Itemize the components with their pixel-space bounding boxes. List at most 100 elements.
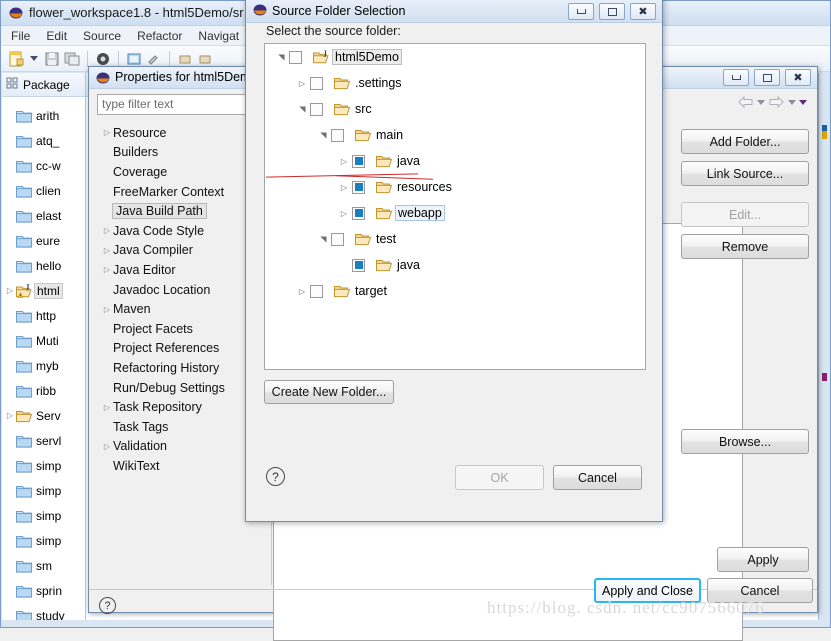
source-tree-item[interactable]: java bbox=[265, 252, 645, 278]
package-explorer-item[interactable]: arith bbox=[2, 103, 85, 128]
package-explorer-item[interactable]: ribb bbox=[2, 378, 85, 403]
source-tree-item[interactable]: ▷ java bbox=[265, 148, 645, 174]
source-tree-item[interactable]: ▷ target bbox=[265, 278, 645, 304]
package-explorer-item-label: arith bbox=[36, 108, 60, 123]
menu-item-file[interactable]: File bbox=[11, 29, 30, 43]
apply-button[interactable]: Apply bbox=[717, 547, 809, 572]
forward-dropdown-icon[interactable] bbox=[788, 99, 796, 105]
menu-item-source[interactable]: Source bbox=[83, 29, 121, 43]
collapse-arrow-icon[interactable]: ◢ bbox=[319, 127, 328, 143]
previous-edit-icon[interactable] bbox=[196, 50, 214, 68]
help-icon[interactable]: ? bbox=[99, 597, 116, 614]
source-tree-item[interactable]: ◢ test bbox=[265, 226, 645, 252]
new-dropdown-caret-icon[interactable] bbox=[30, 56, 38, 61]
expand-arrow-icon[interactable]: ▷ bbox=[4, 411, 16, 420]
package-explorer-item[interactable]: simp bbox=[2, 453, 85, 478]
package-explorer-item[interactable]: sm bbox=[2, 553, 85, 578]
external-tools-icon[interactable] bbox=[145, 50, 163, 68]
expand-arrow-icon[interactable]: ▷ bbox=[101, 442, 113, 451]
forward-arrow-icon[interactable] bbox=[768, 95, 785, 109]
package-explorer-item[interactable]: simp bbox=[2, 478, 85, 503]
close-icon[interactable]: ✖ bbox=[630, 3, 656, 20]
close-icon[interactable]: ✖ bbox=[785, 69, 811, 86]
expand-arrow-icon[interactable]: ▷ bbox=[294, 287, 310, 296]
package-explorer-item[interactable]: sprin bbox=[2, 578, 85, 603]
run-icon[interactable] bbox=[125, 50, 143, 68]
source-tree-item[interactable]: ◢ src bbox=[265, 96, 645, 122]
package-explorer-tab[interactable]: Package bbox=[2, 73, 85, 97]
expand-arrow-icon[interactable]: ▷ bbox=[101, 246, 113, 255]
add-folder-button[interactable]: Add Folder... bbox=[681, 129, 809, 154]
link-source-button[interactable]: Link Source... bbox=[681, 161, 809, 186]
minimize-icon[interactable] bbox=[723, 69, 749, 86]
menu-item-edit[interactable]: Edit bbox=[46, 29, 67, 43]
source-tree-item[interactable]: ◢ main bbox=[265, 122, 645, 148]
package-explorer-item[interactable]: elast bbox=[2, 203, 85, 228]
package-explorer-item[interactable]: ▷ Jhtml bbox=[2, 278, 85, 303]
source-tree-item[interactable]: ◢ Jhtml5Demo bbox=[265, 44, 645, 70]
expand-arrow-icon[interactable]: ▷ bbox=[101, 265, 113, 274]
maximize-icon[interactable] bbox=[754, 69, 780, 86]
checkbox-unchecked[interactable] bbox=[310, 284, 323, 298]
expand-arrow-icon[interactable]: ▷ bbox=[101, 403, 113, 412]
ok-button[interactable]: OK bbox=[455, 465, 544, 490]
expand-arrow-icon[interactable]: ▷ bbox=[294, 79, 310, 88]
package-explorer-item[interactable]: simp bbox=[2, 528, 85, 553]
expand-arrow-icon[interactable]: ▷ bbox=[336, 157, 352, 166]
new-icon[interactable] bbox=[7, 50, 25, 68]
package-explorer-item[interactable]: atq_ bbox=[2, 128, 85, 153]
cancel-button[interactable]: Cancel bbox=[553, 465, 642, 490]
checkbox-checked[interactable] bbox=[352, 258, 365, 272]
checkbox-checked[interactable] bbox=[352, 180, 365, 194]
package-explorer-item[interactable]: myb bbox=[2, 353, 85, 378]
expand-arrow-icon[interactable]: ▷ bbox=[4, 286, 16, 295]
checkbox-unchecked[interactable] bbox=[331, 128, 344, 142]
expand-arrow-icon[interactable]: ▷ bbox=[101, 128, 113, 137]
eclipse-icon bbox=[9, 6, 23, 20]
help-icon[interactable]: ? bbox=[266, 467, 285, 486]
package-explorer-item[interactable]: Muti bbox=[2, 328, 85, 353]
checkbox-unchecked[interactable] bbox=[289, 50, 302, 64]
collapse-arrow-icon[interactable]: ◢ bbox=[277, 49, 286, 65]
checkbox-unchecked[interactable] bbox=[310, 102, 323, 116]
package-explorer-item[interactable]: hello bbox=[2, 253, 85, 278]
package-explorer-item[interactable]: ▷ Serv bbox=[2, 403, 85, 428]
create-new-folder-button[interactable]: Create New Folder... bbox=[264, 380, 394, 404]
source-tree-item[interactable]: ▷ webapp bbox=[265, 200, 645, 226]
save-icon[interactable] bbox=[43, 50, 61, 68]
expand-arrow-icon[interactable]: ▷ bbox=[101, 305, 113, 314]
editor-overview-ruler[interactable] bbox=[818, 73, 829, 626]
back-arrow-icon[interactable] bbox=[737, 95, 754, 109]
package-explorer-item[interactable]: eure bbox=[2, 228, 85, 253]
collapse-arrow-icon[interactable]: ◢ bbox=[319, 231, 328, 247]
next-annotation-icon[interactable] bbox=[176, 50, 194, 68]
checkbox-unchecked[interactable] bbox=[331, 232, 344, 246]
package-explorer-item[interactable]: servl bbox=[2, 428, 85, 453]
expand-arrow-icon[interactable]: ▷ bbox=[336, 209, 352, 218]
package-explorer-item[interactable]: simp bbox=[2, 503, 85, 528]
checkbox-checked[interactable] bbox=[352, 154, 365, 168]
package-explorer-tree[interactable]: arith atq_ cc-w clien elast eure hello ▷ Jhtml ht… bbox=[2, 97, 85, 626]
checkbox-unchecked[interactable] bbox=[310, 76, 323, 90]
package-explorer-item[interactable]: clien bbox=[2, 178, 85, 203]
package-explorer-item[interactable]: cc-w bbox=[2, 153, 85, 178]
menu-dropdown-icon[interactable] bbox=[799, 99, 807, 105]
source-tree-item[interactable]: ▷ .settings bbox=[265, 70, 645, 96]
expand-arrow-icon[interactable]: ▷ bbox=[101, 226, 113, 235]
source-folder-tree[interactable]: ◢ Jhtml5Demo ▷ .settings ◢ src ◢ main ▷ java ▷ reso… bbox=[264, 43, 646, 370]
filter-input[interactable]: type filter text bbox=[97, 94, 265, 115]
save-all-icon[interactable] bbox=[63, 50, 81, 68]
menu-item-navigate[interactable]: Navigat bbox=[198, 29, 239, 43]
debug-icon[interactable] bbox=[94, 50, 112, 68]
checkbox-checked[interactable] bbox=[352, 206, 365, 220]
package-explorer-item[interactable]: http bbox=[2, 303, 85, 328]
maximize-icon[interactable] bbox=[599, 3, 625, 20]
expand-arrow-icon[interactable]: ▷ bbox=[336, 183, 352, 192]
remove-button[interactable]: Remove bbox=[681, 234, 809, 259]
browse-button[interactable]: Browse... bbox=[681, 429, 809, 454]
source-tree-item[interactable]: ▷ resources bbox=[265, 174, 645, 200]
menu-item-refactor[interactable]: Refactor bbox=[137, 29, 182, 43]
back-dropdown-icon[interactable] bbox=[757, 99, 765, 105]
collapse-arrow-icon[interactable]: ◢ bbox=[298, 101, 307, 117]
minimize-icon[interactable] bbox=[568, 3, 594, 20]
